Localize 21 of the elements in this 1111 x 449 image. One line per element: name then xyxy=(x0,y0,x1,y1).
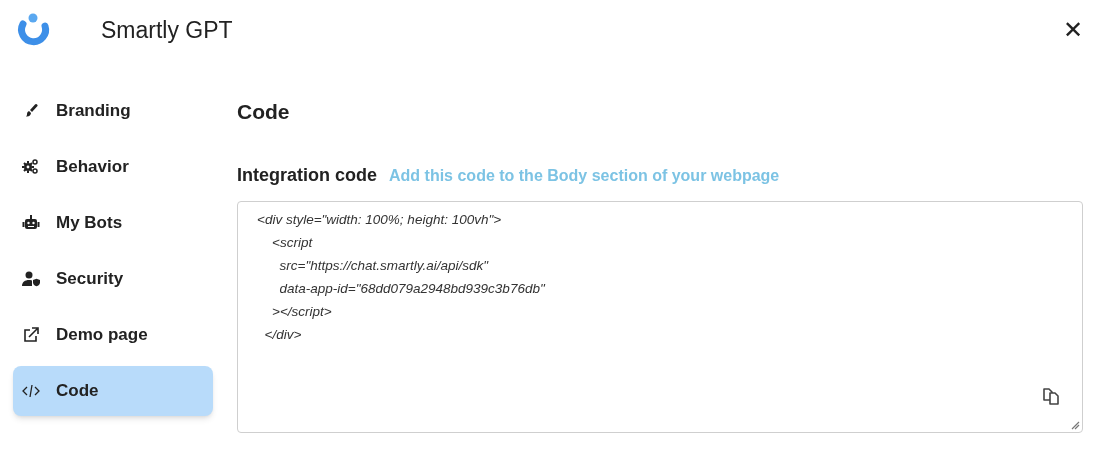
sidebar-item[interactable]: My Bots xyxy=(13,198,213,248)
sidebar-item[interactable]: Code xyxy=(13,366,213,416)
gears-icon xyxy=(22,158,40,176)
robot-icon xyxy=(22,214,40,232)
logo-icon xyxy=(15,12,51,48)
sidebar-item[interactable]: Demo page xyxy=(13,310,213,360)
external-link-icon xyxy=(22,326,40,344)
copy-icon[interactable] xyxy=(1040,385,1062,406)
page-heading: Code xyxy=(237,99,291,125)
sidebar-item[interactable]: Security xyxy=(13,254,213,304)
sidebar-item[interactable]: Behavior xyxy=(13,142,213,192)
close-button[interactable]: ✕ xyxy=(1063,18,1083,42)
hint-text: Add this code to the Body section of your webpage xyxy=(389,165,780,186)
code-field[interactable]: <div style="width: 100%; height: 100vh"> <script src="https://chat.smartly.ai/api/sdk" data-app-id="68dd079a2948bd939c3b76db" ></script> </div> xyxy=(237,200,1083,433)
section-label: Integration code xyxy=(237,163,377,187)
user-shield-icon xyxy=(22,270,40,288)
sidebar-item[interactable]: Branding xyxy=(13,86,213,136)
resize-handle-icon[interactable] xyxy=(1071,420,1080,430)
code-text: <div style="width: 100%; height: 100vh"> <script src="https://chat.smartly.ai/api/sdk" data-app-id="68dd079a2948bd939c3b76db" ></script> </div> xyxy=(257,210,545,344)
app-title: Smartly GPT xyxy=(101,15,233,45)
code-icon xyxy=(22,382,40,400)
